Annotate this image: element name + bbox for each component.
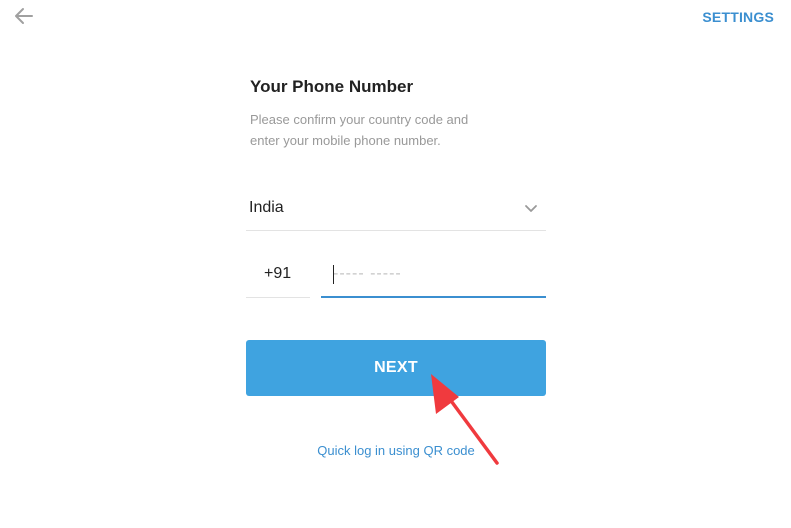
page-subtitle: Please confirm your country code and ent… [250, 112, 469, 148]
arrow-left-icon [15, 8, 33, 24]
country-select[interactable]: India [246, 188, 546, 231]
chevron-down-icon [525, 205, 537, 212]
country-select-value: India [249, 199, 284, 216]
qr-login-link[interactable]: Quick log in using QR code [246, 443, 546, 458]
country-code-field[interactable]: +91 [246, 252, 310, 298]
next-button[interactable]: NEXT [246, 340, 546, 396]
text-caret [333, 265, 334, 284]
country-code-value: +91 [264, 265, 292, 282]
phone-number-input[interactable] [333, 263, 533, 285]
login-screen: SETTINGS Your Phone Number Please confir… [0, 0, 791, 528]
settings-button[interactable]: SETTINGS [702, 9, 774, 25]
back-button[interactable] [12, 4, 36, 28]
page-title: Your Phone Number [250, 77, 414, 96]
phone-number-field[interactable] [321, 252, 546, 298]
